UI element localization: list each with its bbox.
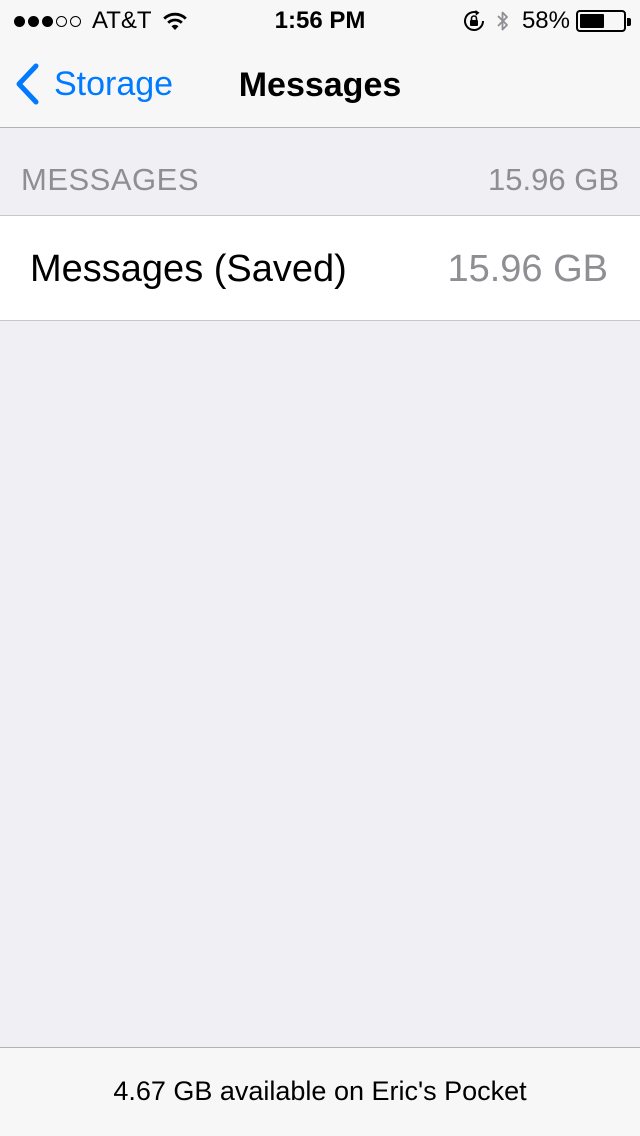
battery-fill [580, 14, 604, 28]
navigation-bar: Storage Messages [0, 40, 640, 128]
page-title: Messages [238, 66, 402, 104]
available-storage-text: 4.67 GB available on Eric's Pocket [113, 1076, 527, 1106]
bluetooth-icon [497, 11, 508, 31]
row-size: 15.96 GB [447, 248, 608, 290]
battery-percent: 58% [521, 7, 570, 34]
screen: AT&T 1:56 PM 58% Storage Messages MESSAG… [0, 0, 640, 1136]
rotation-lock-icon [463, 10, 484, 31]
battery-tip [627, 18, 631, 26]
section-size: 15.96 GB [488, 162, 619, 197]
storage-footer: 4.67 GB available on Eric's Pocket [0, 1047, 640, 1136]
row-label: Messages (Saved) [30, 248, 347, 290]
status-right: 58% [462, 7, 631, 35]
battery-icon [576, 10, 631, 32]
table-row[interactable]: Messages (Saved) 15.96 GB [0, 215, 640, 321]
section-title: MESSAGES [21, 162, 199, 197]
status-bar: AT&T 1:56 PM 58% [0, 0, 640, 40]
section-header: MESSAGES 15.96 GB [0, 129, 640, 215]
